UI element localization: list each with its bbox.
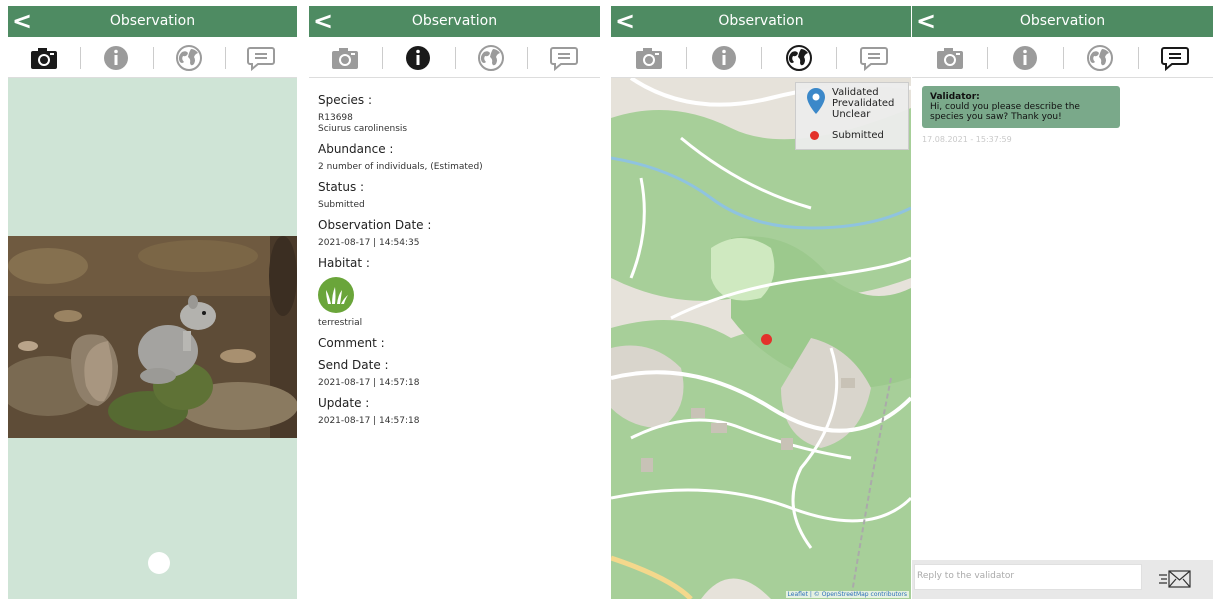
chat-icon bbox=[859, 46, 888, 71]
legend-prevalidated: Prevalidated bbox=[832, 98, 895, 109]
tab-photo[interactable] bbox=[611, 38, 686, 77]
species-name: Sciurus carolinensis bbox=[318, 124, 408, 134]
tab-bar bbox=[912, 38, 1213, 78]
submitted-dot-icon bbox=[810, 131, 819, 140]
legend-unclear: Unclear bbox=[832, 109, 871, 120]
chat-icon bbox=[246, 46, 275, 71]
send-button[interactable] bbox=[1158, 568, 1192, 590]
tab-info[interactable] bbox=[80, 38, 152, 77]
camera-icon bbox=[936, 47, 963, 69]
info-icon bbox=[406, 45, 431, 70]
observation-info-screen: < Observation Species : R13698 Sciurus c… bbox=[309, 0, 600, 599]
tab-chat[interactable] bbox=[224, 38, 297, 77]
observation-date-label: Observation Date : bbox=[318, 218, 432, 232]
message-sender: Validator: bbox=[930, 92, 980, 102]
observation-details: Species : R13698 Sciurus carolinensis Ab… bbox=[318, 86, 594, 427]
observation-marker[interactable] bbox=[761, 334, 772, 345]
status-value: Submitted bbox=[318, 200, 365, 210]
map-legend: Validated Prevalidated Unclear Submitted bbox=[795, 82, 909, 150]
camera-icon bbox=[31, 47, 58, 69]
page-title: Observation bbox=[1019, 13, 1106, 29]
photo-pager-dot[interactable] bbox=[148, 552, 170, 574]
camera-icon bbox=[332, 47, 359, 69]
send-date-label: Send Date : bbox=[318, 358, 389, 372]
page-title: Observation bbox=[109, 13, 196, 29]
validator-message: Validator: Hi, could you please describe… bbox=[922, 86, 1120, 128]
observation-photo[interactable] bbox=[8, 236, 297, 438]
comment-label: Comment : bbox=[318, 336, 385, 350]
tab-info[interactable] bbox=[686, 38, 761, 77]
tab-bar bbox=[309, 38, 600, 78]
page-title: Observation bbox=[411, 13, 498, 29]
tab-map[interactable] bbox=[1062, 38, 1138, 77]
tab-photo[interactable] bbox=[8, 38, 80, 77]
observation-photo-screen: < Observation bbox=[8, 0, 297, 599]
tab-chat[interactable] bbox=[527, 38, 600, 77]
message-text: Hi, could you please describe the specie… bbox=[930, 102, 1080, 122]
map-attribution[interactable]: Leaflet | © OpenStreetMap contributors bbox=[785, 591, 909, 598]
info-icon bbox=[711, 45, 736, 70]
page-title: Observation bbox=[718, 13, 804, 29]
grass-icon bbox=[318, 277, 354, 313]
habitat-value: terrestrial bbox=[318, 318, 363, 328]
squirrel-photo-icon bbox=[8, 236, 297, 438]
observation-date-value: 2021-08-17 | 14:54:35 bbox=[318, 238, 420, 248]
tab-chat[interactable] bbox=[1137, 38, 1213, 77]
chat-icon bbox=[1161, 46, 1190, 71]
tab-bar bbox=[8, 38, 297, 78]
tab-photo[interactable] bbox=[912, 38, 987, 77]
tab-map[interactable] bbox=[152, 38, 225, 77]
map-pin-icon bbox=[807, 88, 825, 114]
update-label: Update : bbox=[318, 396, 370, 410]
observation-chat-screen: < Observation Validator: Hi, could you p… bbox=[912, 0, 1213, 599]
chat-icon bbox=[549, 46, 578, 71]
info-icon bbox=[104, 45, 129, 70]
info-icon bbox=[1012, 45, 1037, 70]
tab-photo[interactable] bbox=[309, 38, 382, 77]
species-label: Species : bbox=[318, 93, 373, 107]
camera-icon bbox=[635, 47, 662, 69]
tab-map[interactable] bbox=[454, 38, 528, 77]
tab-chat[interactable] bbox=[836, 38, 911, 77]
legend-validated: Validated bbox=[832, 87, 879, 98]
habitat-label: Habitat : bbox=[318, 256, 370, 270]
abundance-label: Abundance : bbox=[318, 142, 394, 156]
abundance-value: 2 number of individuals, (Estimated) bbox=[318, 162, 483, 172]
observation-map-screen: < Observation Validated Prevalidated Unc… bbox=[611, 0, 911, 599]
app-header: < Observation bbox=[611, 6, 911, 37]
app-header: < Observation bbox=[912, 6, 1213, 37]
globe-icon bbox=[785, 44, 812, 71]
species-code: R13698 bbox=[318, 113, 353, 123]
update-value: 2021-08-17 | 14:57:18 bbox=[318, 416, 420, 426]
globe-icon bbox=[1087, 44, 1114, 71]
app-header: < Observation bbox=[8, 6, 297, 37]
globe-icon bbox=[477, 44, 504, 71]
app-header: < Observation bbox=[309, 6, 600, 37]
send-envelope-icon bbox=[1159, 570, 1191, 588]
tab-map[interactable] bbox=[761, 38, 836, 77]
tab-info[interactable] bbox=[987, 38, 1062, 77]
status-label: Status : bbox=[318, 180, 365, 194]
tab-info[interactable] bbox=[381, 38, 455, 77]
tab-bar bbox=[611, 38, 911, 78]
globe-icon bbox=[175, 44, 202, 71]
send-date-value: 2021-08-17 | 14:57:18 bbox=[318, 378, 420, 388]
legend-submitted: Submitted bbox=[832, 130, 884, 141]
reply-bar: Reply to the validator bbox=[912, 560, 1213, 599]
message-timestamp: 17.08.2021 - 15:37:59 bbox=[922, 135, 1012, 144]
reply-input[interactable]: Reply to the validator bbox=[914, 564, 1142, 590]
